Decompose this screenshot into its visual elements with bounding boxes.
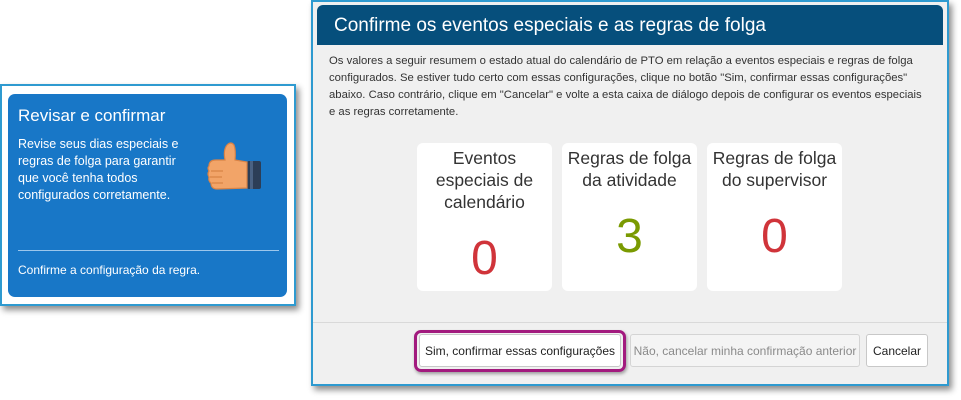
tile-label: Regras de folga do supervisor [712, 148, 837, 190]
dialog-title: Confirme os eventos especiais e as regra… [334, 15, 766, 36]
tile-special-events: Eventos especiais de calendário 0 [417, 143, 552, 291]
tile-value: 3 [616, 210, 643, 263]
tile-value: 0 [761, 210, 788, 263]
tile-activity-rules: Regras de folga da atividade 3 [562, 143, 697, 291]
review-confirm-card[interactable]: Revisar e confirmar Revise seus dias esp… [8, 94, 287, 297]
tile-label: Regras de folga da atividade [567, 148, 692, 190]
confirm-dialog: Confirme os eventos especiais e as regra… [311, 0, 949, 386]
footer-divider [313, 322, 947, 323]
card-divider [18, 250, 279, 251]
card-title: Revisar e confirmar [18, 106, 166, 125]
tile-value: 0 [471, 232, 498, 285]
dialog-header: Confirme os eventos especiais e as regra… [317, 5, 943, 45]
thumbs-up-icon [207, 142, 261, 190]
cancel-button[interactable]: Cancelar [866, 334, 928, 367]
summary-tiles: Eventos especiais de calendário 0 Regras… [417, 143, 843, 291]
dialog-description: Os valores a seguir resumem o estado atu… [329, 55, 922, 118]
revoke-confirmation-button[interactable]: Não, cancelar minha confirmação anterior [630, 334, 860, 367]
card-description: Revise seus dias especiais e regras de f… [18, 137, 179, 202]
tile-label: Eventos especiais de calendário [435, 148, 534, 212]
confirm-settings-button[interactable]: Sim, confirmar essas configurações [419, 334, 621, 367]
tile-supervisor-rules: Regras de folga do supervisor 0 [707, 143, 842, 291]
confirm-rule-link[interactable]: Confirme a configuração da regra. [18, 263, 200, 277]
review-card-frame: Revisar e confirmar Revise seus dias esp… [0, 84, 296, 306]
